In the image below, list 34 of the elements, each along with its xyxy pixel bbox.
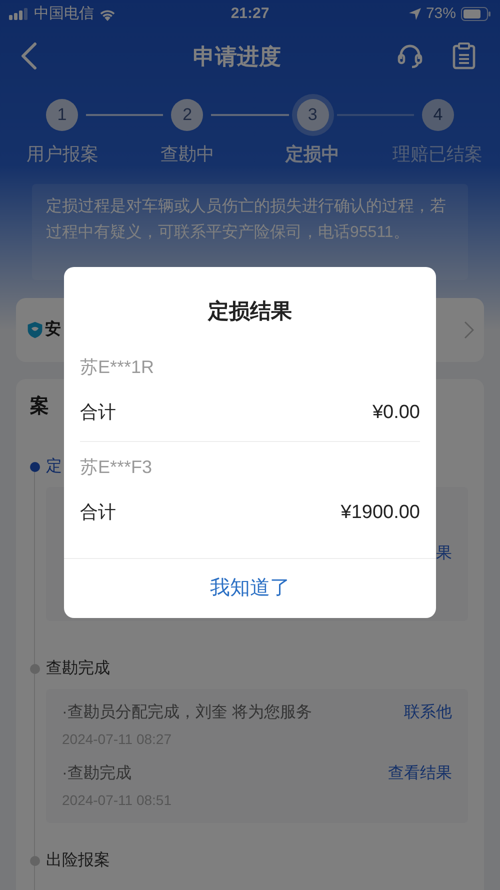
tip-text: 定损过程是对车辆或人员伤亡的损失进行确认的过程，若过程中有疑义，可联系平安产险保司，电话95511。: [46, 196, 447, 243]
wifi-icon: [99, 8, 116, 20]
page-title: 申请进度: [192, 42, 282, 70]
entry-text: ·查勘员分配完成，刘奎 将为您服务: [62, 702, 313, 723]
stage-title: 出险报案: [46, 852, 110, 869]
entry-link[interactable]: 查看结果: [388, 762, 452, 811]
stage-title: 定: [46, 458, 62, 475]
banner-text: 安: [45, 319, 61, 340]
step-label[interactable]: 定损中: [286, 141, 340, 168]
total-amount: ¥1900.00: [340, 501, 420, 525]
entry-link[interactable]: 果: [436, 542, 452, 566]
entry-link[interactable]: 联系他: [404, 701, 452, 750]
headset-icon[interactable]: [396, 42, 424, 70]
confirm-button[interactable]: 我知道了: [64, 558, 436, 618]
step-label[interactable]: 用户报案: [26, 141, 98, 168]
plate-number: 苏E***F3: [80, 456, 154, 479]
location-arrow-icon: [408, 8, 421, 20]
battery-percent: 73%: [426, 4, 456, 24]
total-label: 合计: [80, 400, 116, 424]
entry-text: ·查勘完成: [62, 764, 132, 784]
dialog-title: 定损结果: [206, 298, 293, 325]
back-icon[interactable]: [20, 42, 38, 70]
clock-time: 21:27: [230, 4, 270, 24]
carrier-name: 中国电信: [34, 4, 94, 24]
clipboard-icon[interactable]: [452, 42, 476, 70]
total-amount: ¥0.00: [372, 400, 420, 424]
chevron-right-icon: [464, 321, 474, 339]
shield-icon: [26, 321, 44, 339]
step-label[interactable]: 理赔已结案: [392, 141, 482, 168]
step-label[interactable]: 查勘中: [160, 141, 214, 168]
plate-number: 苏E***1R: [80, 356, 156, 378]
card-title: 案: [30, 396, 49, 417]
total-label: 合计: [80, 501, 116, 524]
stage-title: 查勘完成: [46, 660, 110, 677]
